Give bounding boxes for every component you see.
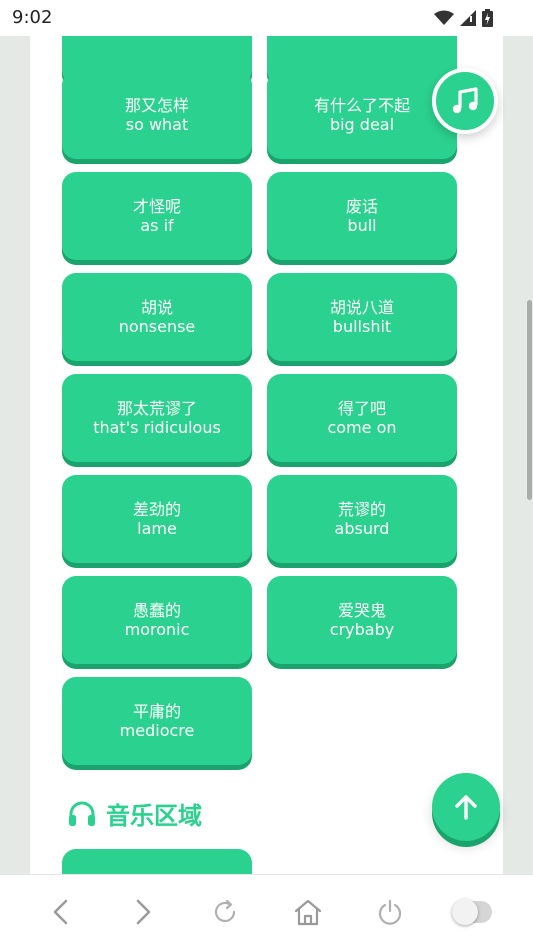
- scroll-top-button[interactable]: [432, 773, 500, 841]
- toggle-knob: [451, 898, 478, 925]
- phrase-english: moronic: [124, 620, 190, 639]
- arrow-up-icon: [455, 795, 477, 820]
- phrase-card[interactable]: 差劲的 lame: [62, 475, 252, 563]
- phrase-english: bullshit: [332, 317, 392, 336]
- phrase-card[interactable]: 平庸的 mediocre: [62, 677, 252, 765]
- phrase-card[interactable]: 胡说 nonsense: [62, 273, 252, 361]
- status-icons: [434, 8, 493, 28]
- status-time: 9:02: [12, 7, 53, 28]
- phrase-card[interactable]: 荒谬的 absurd: [267, 475, 457, 563]
- phrase-card[interactable]: 爱哭鬼 crybaby: [267, 576, 457, 664]
- phrase-card[interactable]: 得了吧 come on: [267, 374, 457, 462]
- home-icon: [294, 899, 321, 925]
- phrase-english: absurd: [334, 519, 390, 538]
- phrase-chinese: 愚蠢的: [132, 601, 181, 620]
- home-button[interactable]: [288, 892, 328, 932]
- phrase-card[interactable]: 愚蠢的 moronic: [62, 576, 252, 664]
- phrase-english: lame: [137, 519, 177, 538]
- reload-button[interactable]: [205, 892, 245, 932]
- back-button[interactable]: [41, 892, 81, 932]
- phrase-chinese: 那太荒谬了: [116, 399, 197, 418]
- phrase-english: nonsense: [118, 317, 196, 336]
- phrase-english: that's ridiculous: [93, 418, 221, 437]
- phrase-card[interactable]: 废话 bull: [267, 172, 457, 260]
- phrase-chinese: 才怪呢: [132, 197, 181, 216]
- phrase-card[interactable]: 才怪呢 as if: [62, 172, 252, 260]
- battery-icon: [482, 9, 493, 27]
- music-note-icon: [452, 87, 478, 114]
- phrase-card[interactable]: 那又怎样 so what: [62, 71, 252, 159]
- power-button[interactable]: [370, 892, 410, 932]
- phrase-english: big deal: [329, 115, 395, 134]
- phrase-chinese: 平庸的: [132, 702, 181, 721]
- phrase-card[interactable]: 那太荒谬了 that's ridiculous: [62, 374, 252, 462]
- phrase-english: come on: [327, 418, 397, 437]
- phrase-chinese: 废话: [345, 197, 378, 216]
- phrase-english: mediocre: [119, 721, 195, 740]
- phrase-chinese: 有什么了不起: [313, 96, 410, 115]
- forward-icon: [136, 899, 151, 924]
- signal-icon: [460, 10, 476, 26]
- phrase-card[interactable]: 胡说八道 bullshit: [267, 273, 457, 361]
- phrase-english: crybaby: [329, 620, 395, 639]
- phrase-chinese: 爱哭鬼: [337, 601, 386, 620]
- section-title-text: 音乐区域: [106, 802, 202, 830]
- status-bar: 9:02: [0, 0, 533, 36]
- phrase-chinese: 胡说: [140, 298, 173, 317]
- scrollbar[interactable]: [527, 300, 532, 500]
- phrase-chinese: 差劲的: [132, 500, 181, 519]
- toggle-track: [451, 898, 492, 925]
- headphones-icon: [69, 801, 95, 826]
- toggle-switch[interactable]: [451, 892, 492, 932]
- wifi-icon: [434, 10, 454, 25]
- phrase-english: so what: [125, 115, 189, 134]
- power-icon: [378, 899, 401, 925]
- bottom-nav: [0, 874, 533, 948]
- phrase-chinese: 那又怎样: [124, 96, 189, 115]
- phrase-chinese: 荒谬的: [337, 500, 386, 519]
- reload-icon: [215, 899, 236, 922]
- music-button[interactable]: [432, 68, 498, 134]
- phrase-english: bull: [347, 216, 377, 235]
- back-icon: [53, 899, 68, 924]
- section-title: 音乐区域: [68, 796, 202, 831]
- forward-button[interactable]: [123, 892, 163, 932]
- phrase-english: as if: [140, 216, 174, 235]
- phrase-chinese: 得了吧: [337, 399, 386, 418]
- content-area: 那又怎样 so what 有什么了不起 big deal 才怪呢 as if 废…: [30, 36, 503, 874]
- music-card[interactable]: [62, 849, 252, 874]
- phrase-chinese: 胡说八道: [329, 298, 394, 317]
- phrase-card[interactable]: 有什么了不起 big deal: [267, 71, 457, 159]
